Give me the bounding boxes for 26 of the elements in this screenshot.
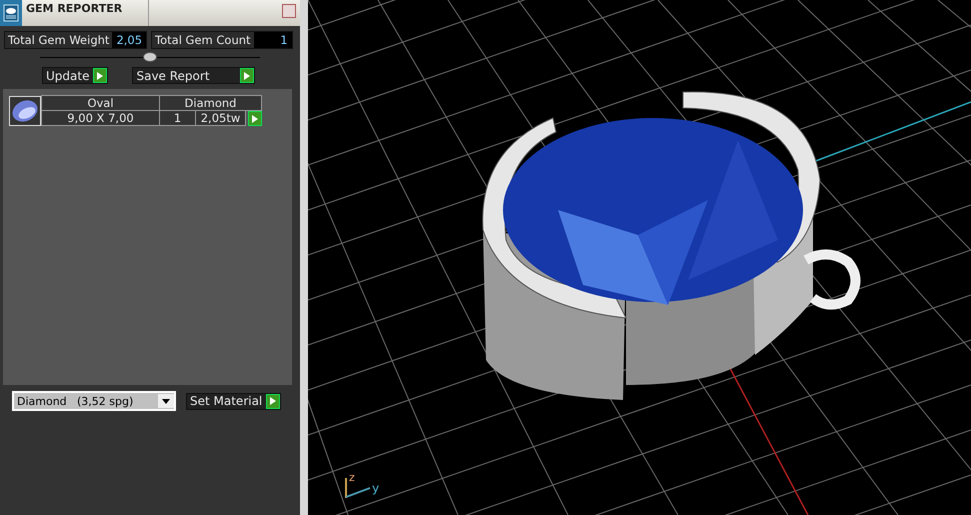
play-icon [252,114,258,122]
gem-size-cell: 9,00 X 7,00 [42,111,160,126]
gem-shape-cell: Oval [42,95,160,111]
close-button[interactable] [282,4,296,18]
play-icon [266,394,280,408]
total-value: 1 [254,32,292,48]
set-material-button[interactable]: Set Material [186,392,282,410]
total-label: Total Gem Weight [5,32,112,48]
app-logo-icon [0,0,22,26]
action-button[interactable]: Save Report [132,67,256,84]
total-label: Total Gem Count [152,32,254,48]
gem-count-cell: 1 [160,111,196,126]
material-dropdown[interactable]: Diamond (3,52 spg) [12,391,176,411]
dropdown-caret-icon [158,394,174,408]
action-button[interactable]: Update [42,67,108,84]
play-icon [93,68,108,83]
play-icon [240,68,254,83]
panel-title: GEM REPORTER [22,0,149,26]
z-axis-label: z [349,471,355,484]
gem-play-button[interactable] [248,111,262,126]
collapse-handle[interactable] [143,52,157,62]
total-value: 2,05 [112,32,146,48]
oval-gem-icon [9,96,41,126]
y-axis-label: y [372,481,380,495]
gem-weight-cell: 2,05tw [196,111,246,126]
gem-material-cell: Diamond [160,95,262,111]
